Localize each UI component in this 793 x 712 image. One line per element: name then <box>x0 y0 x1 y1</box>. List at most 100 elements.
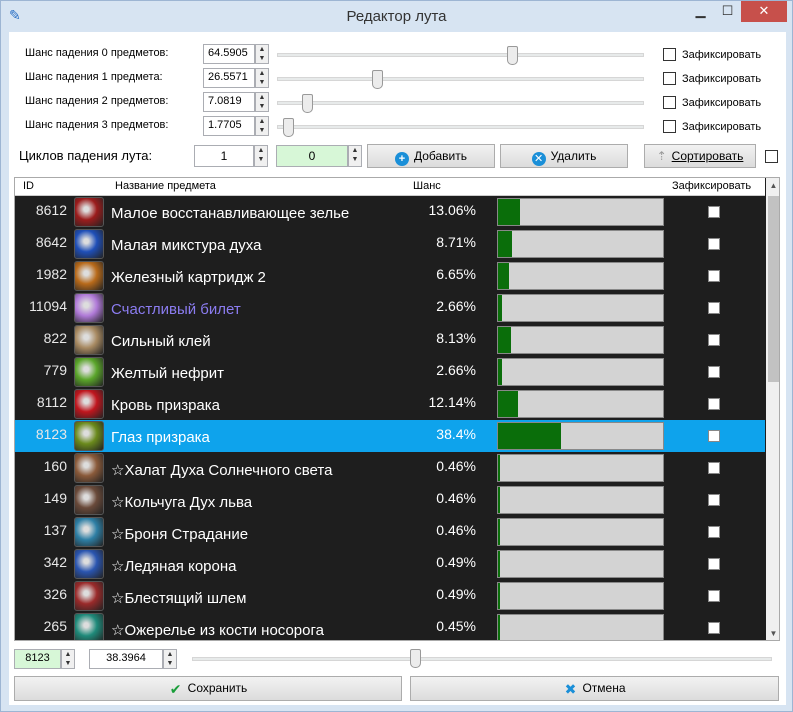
drop-chance-spinner[interactable]: ▲ ▼ <box>255 68 269 88</box>
table-row[interactable]: 265 ☆Ожерелье из кости носорога 0.45% <box>15 612 765 640</box>
drop-chance-slider-thumb[interactable] <box>302 94 313 113</box>
column-fixed[interactable]: Зафиксировать <box>672 180 751 192</box>
sort-button[interactable]: ⇡ Сортировать <box>644 144 756 168</box>
item-chance-bar[interactable] <box>497 326 664 354</box>
table-row[interactable]: 11094 Счастливый билет 2.66% <box>15 292 765 324</box>
table-row[interactable]: 8123 Глаз призрака 38.4% <box>15 420 765 452</box>
cycles-input[interactable]: 1 <box>194 145 254 167</box>
scroll-up-icon[interactable]: ▲ <box>766 178 779 194</box>
drop-chance-slider-thumb[interactable] <box>507 46 518 65</box>
cycles-spinner[interactable]: ▲ ▼ <box>254 145 268 167</box>
item-fixed-checkbox[interactable] <box>708 430 720 442</box>
spin-up-icon[interactable]: ▲ <box>62 650 74 659</box>
item-fixed-checkbox[interactable] <box>708 494 720 506</box>
sort-checkbox[interactable] <box>765 150 778 163</box>
column-chance[interactable]: Шанс <box>413 180 441 192</box>
item-fixed-checkbox[interactable] <box>708 366 720 378</box>
minimize-button[interactable]: ▁ <box>687 1 714 22</box>
fix-chance-checkbox[interactable] <box>663 96 676 109</box>
column-name[interactable]: Название предмета <box>115 180 216 192</box>
selected-chance-slider-track[interactable] <box>192 657 772 661</box>
item-chance-bar[interactable] <box>497 582 664 610</box>
item-fixed-checkbox[interactable] <box>708 206 720 218</box>
item-chance-bar[interactable] <box>497 358 664 386</box>
drop-chance-input[interactable]: 64.5905 <box>203 44 255 64</box>
spin-down-icon[interactable]: ▼ <box>256 78 268 87</box>
item-chance-bar[interactable] <box>497 614 664 640</box>
drop-chance-slider-track[interactable] <box>277 125 644 129</box>
vertical-scrollbar[interactable]: ▲ ▼ <box>766 178 779 640</box>
spin-down-icon[interactable]: ▼ <box>62 659 74 668</box>
scroll-down-icon[interactable]: ▼ <box>766 626 779 640</box>
spin-down-icon[interactable]: ▼ <box>256 126 268 135</box>
drop-chance-input[interactable]: 7.0819 <box>203 92 255 112</box>
table-row[interactable]: 8612 Малое восстанавливающее зелье 13.06… <box>15 196 765 228</box>
item-chance-bar[interactable] <box>497 262 664 290</box>
item-count-spinner[interactable]: ▲ ▼ <box>348 145 362 167</box>
remove-button[interactable]: ✕ Удалить <box>500 144 628 168</box>
fix-chance-checkbox[interactable] <box>663 48 676 61</box>
drop-chance-input[interactable]: 26.5571 <box>203 68 255 88</box>
spin-down-icon[interactable]: ▼ <box>164 659 176 668</box>
item-fixed-checkbox[interactable] <box>708 462 720 474</box>
scroll-thumb[interactable] <box>768 196 779 382</box>
item-chance-bar[interactable] <box>497 230 664 258</box>
save-button[interactable]: ✔ Сохранить <box>14 676 402 701</box>
table-row[interactable]: 1982 Железный картридж 2 6.65% <box>15 260 765 292</box>
item-chance-bar[interactable] <box>497 486 664 514</box>
table-row[interactable]: 149 ☆Кольчуга Дух льва 0.46% <box>15 484 765 516</box>
spin-up-icon[interactable]: ▲ <box>255 146 267 155</box>
table-row[interactable]: 8112 Кровь призрака 12.14% <box>15 388 765 420</box>
cancel-button[interactable]: ✖ Отмена <box>410 676 779 701</box>
fix-chance-checkbox[interactable] <box>663 120 676 133</box>
selected-chance-input[interactable]: 38.3964 <box>89 649 163 669</box>
drop-chance-slider-thumb[interactable] <box>283 118 294 137</box>
spin-up-icon[interactable]: ▲ <box>256 69 268 78</box>
maximize-button[interactable]: ☐ <box>714 1 741 22</box>
item-chance-bar[interactable] <box>497 454 664 482</box>
item-chance-bar[interactable] <box>497 518 664 546</box>
table-row[interactable]: 160 ☆Халат Духа Солнечного света 0.46% <box>15 452 765 484</box>
item-chance-bar[interactable] <box>497 422 664 450</box>
drop-chance-spinner[interactable]: ▲ ▼ <box>255 44 269 64</box>
drop-chance-slider-track[interactable] <box>277 53 644 57</box>
spin-down-icon[interactable]: ▼ <box>256 102 268 111</box>
spin-up-icon[interactable]: ▲ <box>164 650 176 659</box>
drop-chance-slider-thumb[interactable] <box>372 70 383 89</box>
selected-chance-spinner[interactable]: ▲ ▼ <box>163 649 177 669</box>
column-id[interactable]: ID <box>23 180 34 192</box>
item-fixed-checkbox[interactable] <box>708 302 720 314</box>
item-fixed-checkbox[interactable] <box>708 334 720 346</box>
table-row[interactable]: 326 ☆Блестящий шлем 0.49% <box>15 580 765 612</box>
table-row[interactable]: 342 ☆Ледяная корона 0.49% <box>15 548 765 580</box>
table-row[interactable]: 779 Желтый нефрит 2.66% <box>15 356 765 388</box>
item-chance-bar[interactable] <box>497 550 664 578</box>
table-row[interactable]: 822 Сильный клей 8.13% <box>15 324 765 356</box>
item-fixed-checkbox[interactable] <box>708 270 720 282</box>
item-fixed-checkbox[interactable] <box>708 238 720 250</box>
drop-chance-input[interactable]: 1.7705 <box>203 116 255 136</box>
spin-up-icon[interactable]: ▲ <box>349 146 361 155</box>
table-row[interactable]: 137 ☆Броня Страдание 0.46% <box>15 516 765 548</box>
add-button[interactable]: + Добавить <box>367 144 495 168</box>
drop-chance-slider-track[interactable] <box>277 101 644 105</box>
spin-down-icon[interactable]: ▼ <box>255 155 267 164</box>
spin-up-icon[interactable]: ▲ <box>256 93 268 102</box>
selected-id-spinner[interactable]: ▲ ▼ <box>61 649 75 669</box>
item-fixed-checkbox[interactable] <box>708 558 720 570</box>
drop-chance-spinner[interactable]: ▲ ▼ <box>255 92 269 112</box>
table-row[interactable]: 8642 Малая микстура духа 8.71% <box>15 228 765 260</box>
drop-chance-spinner[interactable]: ▲ ▼ <box>255 116 269 136</box>
item-chance-bar[interactable] <box>497 294 664 322</box>
item-fixed-checkbox[interactable] <box>708 398 720 410</box>
item-fixed-checkbox[interactable] <box>708 526 720 538</box>
selected-chance-slider-thumb[interactable] <box>410 649 421 668</box>
spin-up-icon[interactable]: ▲ <box>256 117 268 126</box>
item-fixed-checkbox[interactable] <box>708 622 720 634</box>
fix-chance-checkbox[interactable] <box>663 72 676 85</box>
selected-id-input[interactable]: 8123 <box>14 649 61 669</box>
item-chance-bar[interactable] <box>497 390 664 418</box>
item-chance-bar[interactable] <box>497 198 664 226</box>
item-fixed-checkbox[interactable] <box>708 590 720 602</box>
spin-down-icon[interactable]: ▼ <box>349 155 361 164</box>
